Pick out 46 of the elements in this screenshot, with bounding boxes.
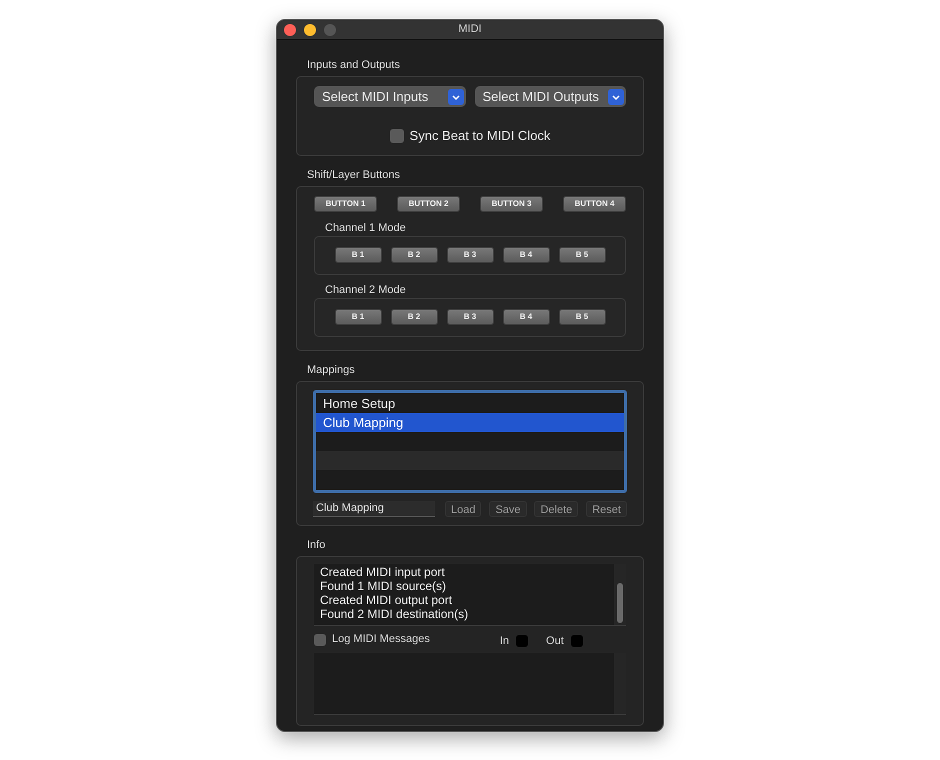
indicator-label: In: [500, 634, 510, 649]
checkbox[interactable]: [314, 634, 326, 646]
log-line: Found 2 MIDI destination(s): [320, 606, 470, 620]
mode-button[interactable]: B 3: [446, 247, 494, 263]
minimize-icon[interactable]: [304, 24, 316, 36]
checkbox-label: Log MIDI Messages: [332, 632, 430, 648]
mapping-button[interactable]: Save: [489, 500, 527, 516]
mode-button[interactable]: B 1: [334, 247, 382, 263]
shift-button[interactable]: BUTTON 3: [480, 196, 543, 212]
checkbox-label: Sync Beat to MIDI Clock: [410, 127, 550, 145]
mode-button[interactable]: B 4: [502, 247, 550, 263]
chevron-down-icon: [448, 88, 464, 104]
shift-button[interactable]: BUTTON 1: [314, 196, 377, 212]
mode-button[interactable]: B 2: [390, 309, 438, 325]
section-title: Mappings: [306, 362, 356, 378]
dropdown[interactable]: Select MIDI Outputs: [474, 86, 626, 107]
mode-button[interactable]: B 5: [558, 309, 606, 325]
log-line: Created MIDI output port: [320, 592, 454, 606]
log-line: Created MIDI input port: [320, 564, 446, 578]
section-title: Info: [306, 538, 326, 552]
indicator-label: Out: [546, 634, 564, 649]
window-title: MIDI: [458, 22, 482, 38]
mapping-button[interactable]: Load: [445, 500, 482, 516]
group-title: Channel 1 Mode: [324, 222, 407, 234]
list-item[interactable]: Home Setup: [316, 394, 624, 412]
zoom-icon[interactable]: [324, 24, 336, 36]
close-icon[interactable]: [284, 24, 296, 36]
chevron-down-icon: [608, 88, 624, 104]
mode-button[interactable]: B 2: [390, 247, 438, 263]
shift-button[interactable]: BUTTON 4: [563, 196, 626, 212]
checkbox[interactable]: [390, 128, 404, 143]
mapping-button[interactable]: Reset: [586, 500, 627, 516]
mapping-name-field[interactable]: Club Mapping: [313, 500, 435, 516]
group-title: Channel 2 Mode: [324, 284, 407, 296]
log-line: Found 1 MIDI source(s): [320, 578, 448, 592]
list-item[interactable]: Club Mapping: [316, 412, 624, 432]
shift-button[interactable]: BUTTON 2: [397, 196, 460, 212]
mapping-button[interactable]: Delete: [534, 500, 578, 516]
dropdown[interactable]: Select MIDI Inputs: [314, 86, 466, 107]
mode-button[interactable]: B 5: [558, 247, 606, 263]
section-title: Shift/Layer Buttons: [306, 168, 401, 182]
scrollbar-thumb[interactable]: [617, 582, 623, 622]
mode-button[interactable]: B 4: [502, 309, 550, 325]
section-title: Inputs and Outputs: [306, 58, 401, 73]
mode-button[interactable]: B 1: [334, 309, 382, 325]
mode-button[interactable]: B 3: [446, 309, 494, 325]
